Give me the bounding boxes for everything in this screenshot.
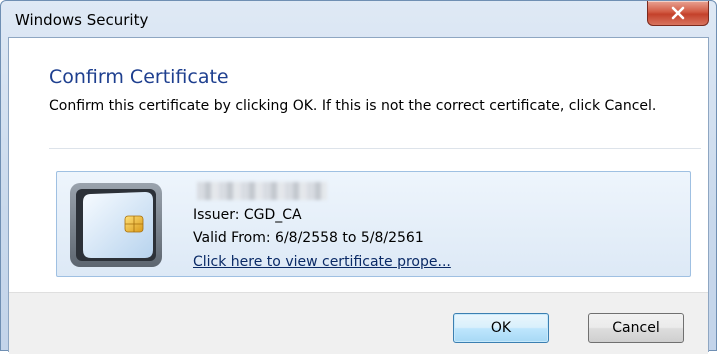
title-bar[interactable]: Windows Security (1, 1, 716, 37)
cancel-button[interactable]: Cancel (588, 313, 684, 343)
dialog-message: Confirm this certificate by clicking OK.… (49, 98, 657, 114)
close-button[interactable] (647, 1, 709, 26)
close-icon (671, 6, 685, 20)
dialog-content: Confirm Certificate Confirm this certifi… (8, 37, 709, 354)
view-certificate-properties-link[interactable]: Click here to view certificate prope... (193, 254, 451, 270)
certificate-issuer: Issuer: CGD_CA (193, 207, 302, 223)
windows-security-dialog: Windows Security Confirm Certificate Con… (0, 0, 717, 354)
ok-button[interactable]: OK (453, 313, 549, 343)
window-title: Windows Security (15, 11, 149, 29)
certificate-tile[interactable]: Issuer: CGD_CA Valid From: 6/8/2558 to 5… (56, 171, 691, 277)
dialog-heading: Confirm Certificate (49, 66, 229, 88)
certificate-validity: Valid From: 6/8/2558 to 5/8/2561 (193, 230, 424, 246)
separator (49, 148, 701, 149)
certificate-subject-redacted (197, 182, 327, 200)
smart-card-icon (70, 183, 162, 267)
button-bar: OK Cancel (9, 292, 708, 354)
